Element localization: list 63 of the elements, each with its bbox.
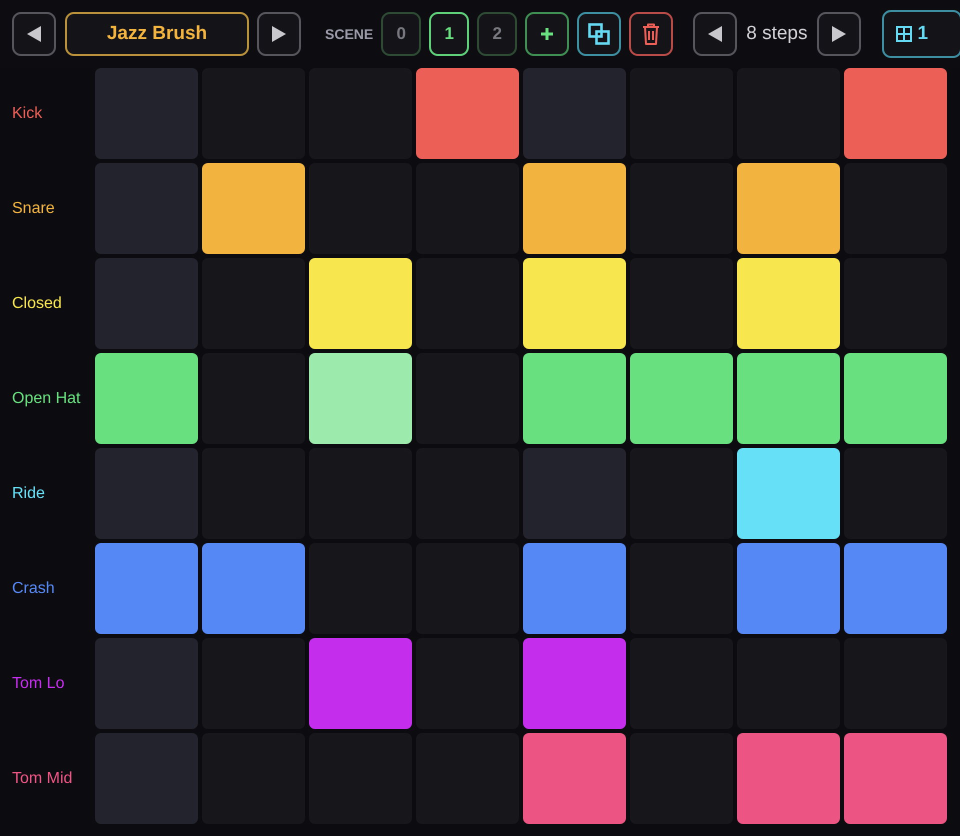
step-pad[interactable] (95, 543, 198, 634)
right-triangle-icon (832, 26, 846, 42)
trash-icon (642, 23, 660, 45)
scene-button[interactable]: 0 (381, 12, 422, 56)
left-triangle-icon (708, 26, 722, 42)
step-pad[interactable] (737, 543, 840, 634)
step-pad[interactable] (95, 733, 198, 824)
step-pad[interactable] (202, 543, 305, 634)
step-pad[interactable] (523, 638, 626, 729)
pattern-name-button[interactable]: Jazz Brush (65, 12, 249, 56)
step-pad[interactable] (95, 448, 198, 539)
scene-label: SCENE (325, 24, 374, 44)
duplicate-scene-button[interactable] (577, 12, 622, 56)
step-pad[interactable] (523, 543, 626, 634)
page-button[interactable]: 1 (882, 10, 960, 58)
track-name: Closed (12, 294, 63, 314)
step-pad[interactable] (523, 258, 626, 349)
step-pad[interactable] (737, 258, 840, 349)
step-pad[interactable] (416, 68, 519, 159)
step-pad[interactable] (95, 163, 198, 254)
previous-pattern-button[interactable] (12, 12, 56, 56)
fewer-steps-button[interactable] (693, 12, 738, 56)
next-pattern-button[interactable] (257, 12, 301, 56)
step-pad[interactable] (95, 258, 198, 349)
step-pad[interactable] (844, 353, 947, 444)
step-pad[interactable] (630, 353, 733, 444)
step-pad[interactable] (737, 733, 840, 824)
step-pad[interactable] (95, 68, 198, 159)
step-pad[interactable] (523, 733, 626, 824)
delete-scene-button[interactable] (629, 12, 674, 56)
step-count: 8 steps (746, 22, 808, 46)
right-triangle-icon (272, 26, 286, 42)
step-pad[interactable] (523, 353, 626, 444)
step-pad[interactable] (202, 163, 305, 254)
plus-icon (541, 28, 554, 40)
track-name: Open Hat (12, 388, 82, 408)
step-pad[interactable] (737, 448, 840, 539)
step-pad[interactable] (523, 68, 626, 159)
step-pad[interactable] (309, 638, 412, 729)
step-pad[interactable] (523, 448, 626, 539)
grid-icon (896, 26, 912, 42)
track-name: Tom Mid (12, 768, 74, 788)
step-pad[interactable] (95, 638, 198, 729)
track-name: Snare (12, 198, 56, 218)
step-pad[interactable] (523, 163, 626, 254)
scene-button[interactable]: 1 (429, 12, 470, 56)
scene-button[interactable]: 2 (477, 12, 518, 56)
step-pad[interactable] (844, 543, 947, 634)
left-triangle-icon (27, 26, 41, 42)
step-pad[interactable] (737, 163, 840, 254)
step-pad[interactable] (844, 68, 947, 159)
add-scene-button[interactable] (525, 12, 570, 56)
track-name: Tom Lo (12, 674, 66, 694)
step-pad[interactable] (309, 353, 412, 444)
copy-icon (588, 23, 610, 45)
step-pad[interactable] (95, 353, 198, 444)
more-steps-button[interactable] (816, 12, 860, 56)
track-name: Crash (12, 578, 56, 598)
step-pad[interactable] (309, 258, 412, 349)
track-name: Kick (12, 104, 44, 124)
step-pad[interactable] (737, 353, 840, 444)
step-pad[interactable] (844, 733, 947, 824)
track-name: Ride (12, 484, 46, 504)
